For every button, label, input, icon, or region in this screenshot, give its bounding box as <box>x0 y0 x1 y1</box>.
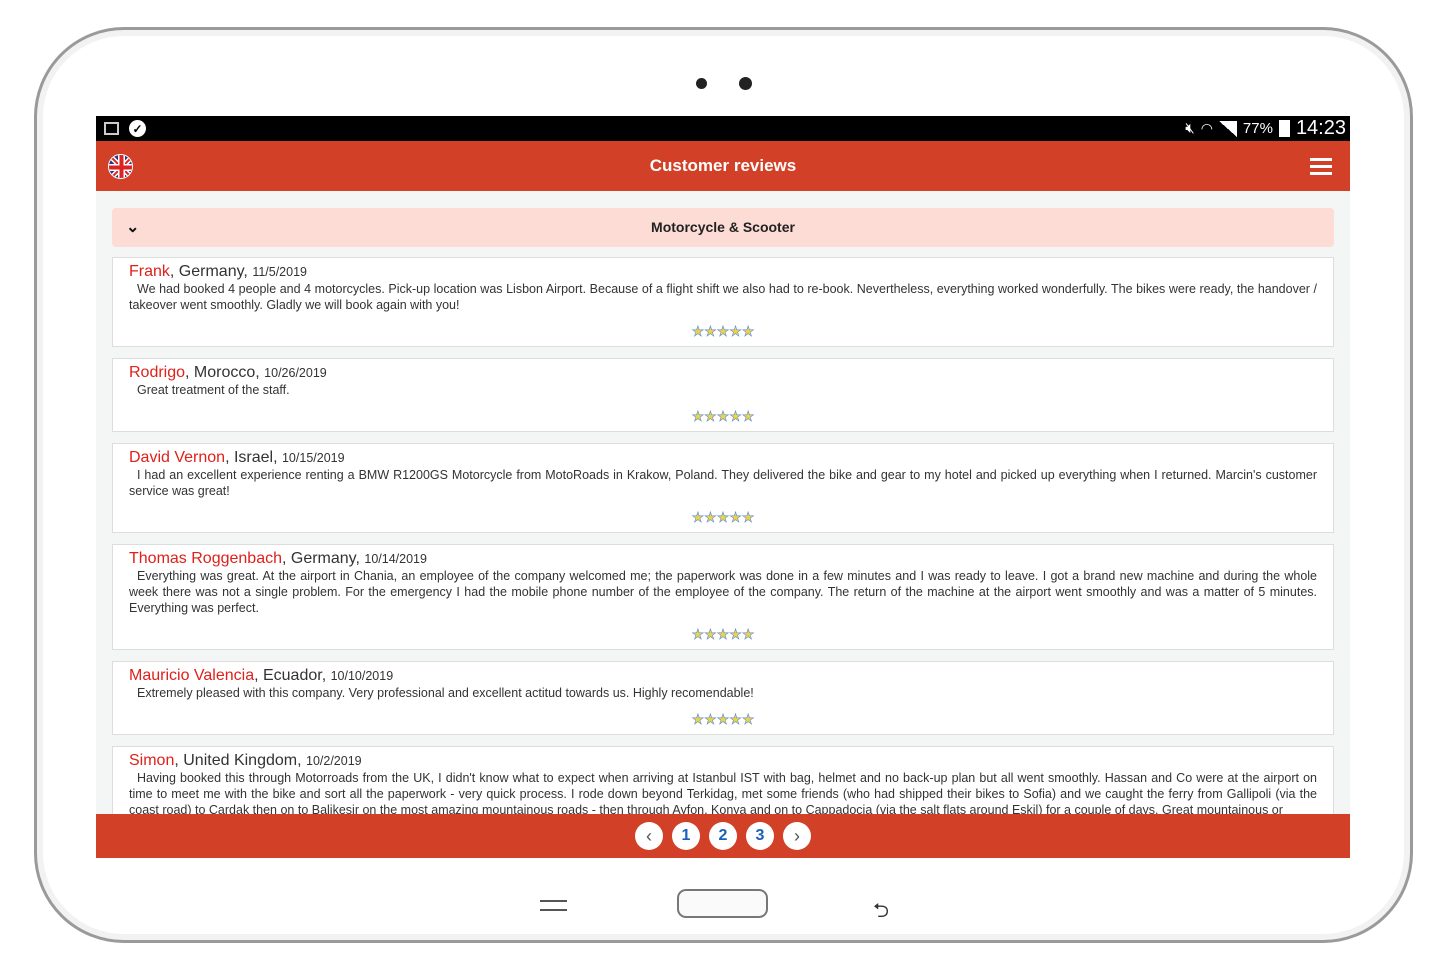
app-header: Customer reviews <box>96 141 1350 191</box>
star-icon: ★ <box>716 323 730 340</box>
reviewer-country: , Ecuador, <box>254 667 327 684</box>
review-date: 10/14/2019 <box>364 552 427 566</box>
category-accordion[interactable]: ⌄ Motorcycle & Scooter <box>112 208 1334 247</box>
star-icon: ★ <box>704 323 717 340</box>
star-icon: ★ <box>691 323 705 340</box>
page-2-button[interactable]: 2 <box>709 822 737 850</box>
review-card: Frank, Germany, 11/5/2019 We had booked … <box>112 257 1334 347</box>
image-icon <box>104 122 119 135</box>
review-card: Rodrigo, Morocco, 10/26/2019 Great treat… <box>112 358 1334 432</box>
reviewer-name: Frank <box>129 263 170 280</box>
reviewer-name: Simon <box>129 752 175 769</box>
star-icon: ★ <box>704 408 717 425</box>
star-icon: ★ <box>716 711 730 728</box>
reviewer-country: , United Kingdom, <box>174 752 302 769</box>
star-rating: ★★★★★ <box>129 408 1317 425</box>
star-rating: ★★★★★ <box>129 323 1317 340</box>
reviewer-name: David Vernon <box>129 449 226 466</box>
reviewer-name: Thomas Roggenbach <box>129 550 282 567</box>
reviewer-country: , Israel, <box>225 449 278 466</box>
reviewer-name: Rodrigo <box>129 364 186 381</box>
prev-page-button[interactable]: ‹ <box>635 822 663 850</box>
status-bar: ✓ 🔇︎ ◠ 77% 14:23 <box>96 116 1350 141</box>
star-icon: ★ <box>716 626 730 643</box>
star-icon: ★ <box>741 711 755 728</box>
review-date: 10/10/2019 <box>330 669 394 683</box>
page-title: Customer reviews <box>649 156 797 175</box>
review-list: Frank, Germany, 11/5/2019 We had booked … <box>112 257 1334 858</box>
star-icon: ★ <box>729 626 742 643</box>
sensor <box>696 78 707 89</box>
category-label: Motorcycle & Scooter <box>651 219 795 235</box>
clock: 14:23 <box>1295 117 1346 139</box>
review-text: I had an excellent experience renting a … <box>129 468 1317 498</box>
review-date: 10/2/2019 <box>306 754 362 768</box>
battery-icon <box>1278 120 1290 137</box>
star-icon: ★ <box>691 408 705 425</box>
review-text: Everything was great. At the airport in … <box>129 569 1317 615</box>
star-rating: ★★★★★ <box>129 711 1317 728</box>
review-text: We had booked 4 people and 4 motorcycles… <box>129 282 1317 312</box>
wifi-icon: ◠ <box>1200 120 1213 136</box>
star-icon: ★ <box>704 711 717 728</box>
home-button[interactable] <box>677 889 768 918</box>
review-text: Having booked this through Motorroads fr… <box>129 771 1317 817</box>
reviewer-name: Mauricio Valencia <box>129 667 255 684</box>
reviewer-country: , Germany, <box>281 550 360 567</box>
reviewer-country: , Germany, <box>169 263 248 280</box>
star-icon: ★ <box>741 509 755 526</box>
screen: ✓ 🔇︎ ◠ 77% 14:23 Customer reviews ⌄ Moto… <box>96 116 1350 858</box>
review-text: Great treatment of the staff. <box>137 383 290 397</box>
star-icon: ★ <box>741 323 755 340</box>
star-icon: ★ <box>729 323 742 340</box>
star-icon: ★ <box>729 408 742 425</box>
star-icon: ★ <box>704 626 717 643</box>
star-icon: ★ <box>741 626 755 643</box>
next-page-button[interactable]: › <box>783 822 811 850</box>
signal-icon <box>1218 120 1237 137</box>
star-icon: ★ <box>704 509 717 526</box>
page-1-button[interactable]: 1 <box>672 822 700 850</box>
star-rating: ★★★★★ <box>129 509 1317 526</box>
review-text: Extremely pleased with this company. Ver… <box>137 686 754 700</box>
review-card: Mauricio Valencia, Ecuador, 10/10/2019 E… <box>112 661 1334 735</box>
review-card: David Vernon, Israel, 10/15/2019 I had a… <box>112 443 1334 533</box>
star-icon: ★ <box>691 509 705 526</box>
star-icon: ★ <box>729 509 742 526</box>
star-icon: ★ <box>691 626 705 643</box>
review-card: Thomas Roggenbach, Germany, 10/14/2019 E… <box>112 544 1334 650</box>
back-button[interactable]: ⮌ <box>873 896 889 930</box>
page-3-button[interactable]: 3 <box>746 822 774 850</box>
star-icon: ★ <box>716 509 730 526</box>
star-icon: ★ <box>729 711 742 728</box>
review-date: 10/26/2019 <box>264 366 327 380</box>
pagination: ‹ 1 2 3 › <box>96 814 1350 858</box>
star-icon: ★ <box>691 711 705 728</box>
recent-apps-button[interactable] <box>540 900 567 911</box>
camera <box>739 77 752 90</box>
star-icon: ★ <box>716 408 730 425</box>
review-date: 10/15/2019 <box>281 451 345 465</box>
star-rating: ★★★★★ <box>129 626 1317 643</box>
mute-vibrate-icon: 🔇︎ <box>1185 120 1195 137</box>
download-done-icon: ✓ <box>129 120 146 137</box>
battery-level: 77% <box>1242 120 1273 137</box>
review-date: 11/5/2019 <box>252 265 307 279</box>
star-icon: ★ <box>741 408 755 425</box>
hamburger-icon[interactable] <box>1310 158 1332 175</box>
reviewer-country: , Morocco, <box>185 364 260 381</box>
